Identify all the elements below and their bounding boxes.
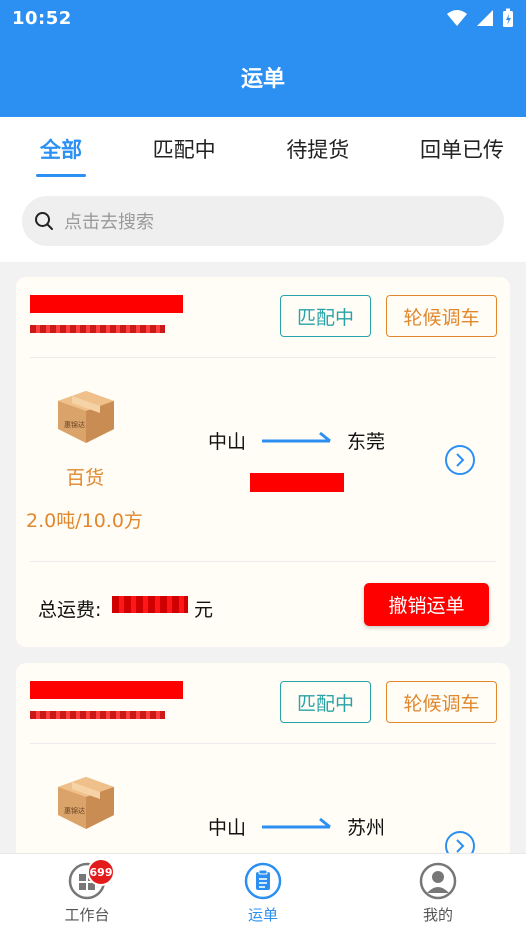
page-title: 运单: [240, 66, 285, 92]
search-area: 点击去搜索: [0, 181, 526, 262]
cargo-capacity: 2.0吨/10.0方: [26, 510, 143, 532]
cancel-order-button[interactable]: 撤销运单: [364, 583, 489, 626]
divider: [30, 743, 496, 744]
divider: [30, 357, 496, 358]
order-card[interactable]: 匹配中 轮候调车 惠锦达 百货 2.0吨/10.0方 中山 东莞 总运费: 元 …: [16, 277, 510, 647]
user-icon: [419, 862, 457, 900]
search-icon: [35, 212, 53, 230]
order-card[interactable]: 匹配中 轮候调车 惠锦达 中山 苏州: [16, 663, 510, 863]
status-label: 匹配中: [296, 306, 354, 329]
status-badge: 匹配中: [280, 681, 371, 723]
box-label: 惠锦达: [64, 420, 85, 429]
nav-orders[interactable]: 运单: [203, 862, 323, 932]
tab-receipt-uploaded-label: 回单已传: [419, 138, 504, 162]
redacted-order-number: [30, 295, 183, 313]
tab-pending-pickup-label: 待提货: [286, 138, 350, 162]
redacted-order-number: [30, 681, 183, 699]
redacted-fee-amount: [112, 596, 188, 613]
origin-city: 中山: [208, 817, 247, 839]
wait-dispatch-button[interactable]: 轮候调车: [386, 295, 497, 337]
fee-unit: 元: [194, 599, 214, 621]
tab-receipt-uploaded[interactable]: 回单已传: [420, 117, 504, 181]
status-bar: 10:52: [0, 0, 526, 36]
cancel-order-label: 撤销运单: [388, 595, 465, 617]
destination-city: 东莞: [347, 431, 386, 453]
destination-city: 苏州: [347, 817, 386, 839]
notification-badge: 699: [87, 858, 115, 886]
cargo-category: 百货: [66, 467, 105, 489]
tab-all[interactable]: 全部: [36, 117, 86, 181]
status-icons: [446, 8, 514, 28]
package-box-icon: 惠锦达: [58, 391, 114, 443]
nav-workbench-label: 工作台: [64, 906, 110, 924]
divider: [30, 561, 496, 562]
origin-city: 中山: [208, 431, 247, 453]
search-input[interactable]: 点击去搜索: [22, 196, 504, 246]
wait-dispatch-label: 轮候调车: [403, 692, 480, 715]
tab-matching[interactable]: 匹配中: [153, 117, 216, 181]
tab-matching-label: 匹配中: [152, 138, 216, 162]
status-label: 匹配中: [296, 692, 354, 715]
bottom-navigation: 699 工作台 运单 我的: [0, 853, 526, 935]
battery-icon: [503, 8, 513, 27]
route-arrow-icon: [262, 431, 331, 443]
nav-profile-label: 我的: [422, 906, 453, 924]
tab-all-label: 全部: [40, 138, 82, 162]
wait-dispatch-label: 轮候调车: [403, 306, 480, 329]
wait-dispatch-button[interactable]: 轮候调车: [386, 681, 497, 723]
chevron-right-icon[interactable]: [444, 444, 476, 476]
nav-profile[interactable]: 我的: [378, 862, 498, 932]
app-bar: 运单: [0, 36, 526, 117]
redacted-route-info: [250, 473, 344, 492]
total-fee-label: 总运费:: [38, 599, 102, 621]
clipboard-icon: [244, 862, 282, 900]
box-label: 惠锦达: [64, 806, 85, 815]
status-time: 10:52: [12, 7, 72, 29]
redacted-order-date: [30, 709, 165, 721]
status-badge: 匹配中: [280, 295, 371, 337]
filter-tabs: 全部 匹配中 待提货 回单已传: [0, 117, 526, 181]
nav-orders-label: 运单: [247, 906, 278, 924]
signal-icon: [477, 10, 493, 26]
tab-pending-pickup[interactable]: 待提货: [286, 117, 349, 181]
package-box-icon: 惠锦达: [58, 777, 114, 829]
search-placeholder: 点击去搜索: [64, 212, 154, 233]
wifi-icon: [447, 10, 467, 26]
route-arrow-icon: [262, 817, 331, 829]
redacted-order-date: [30, 323, 165, 335]
nav-workbench[interactable]: 699 工作台: [27, 858, 147, 932]
